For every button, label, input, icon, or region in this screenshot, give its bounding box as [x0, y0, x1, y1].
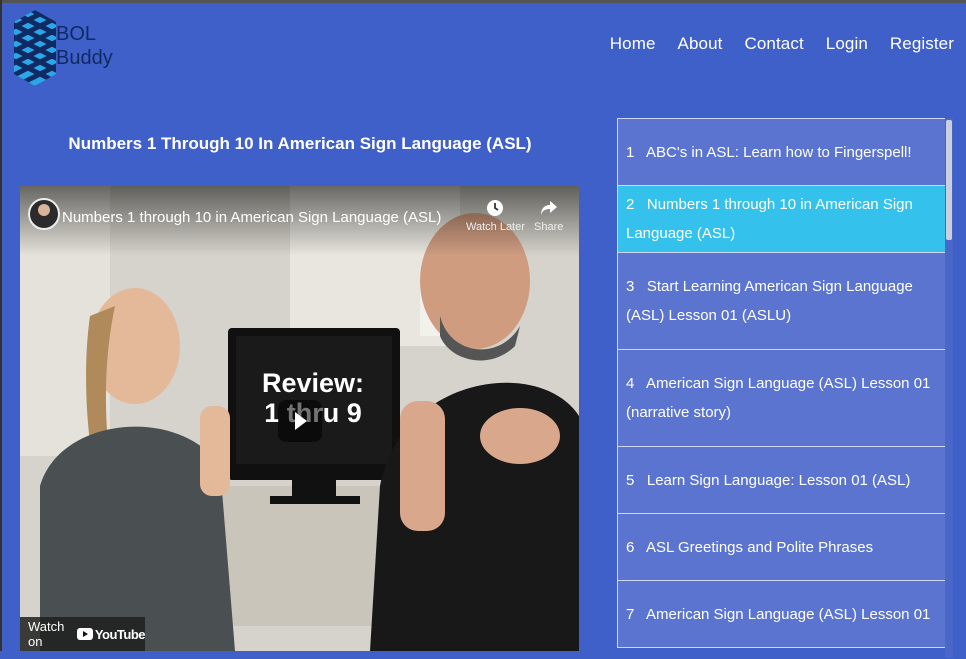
playlist-item-number: 2 [626, 196, 635, 213]
playlist-item-text: 1 ABC's in ASL: Learn how to Fingerspell… [626, 138, 912, 167]
brand-logo[interactable]: BOL Buddy [14, 10, 114, 86]
brand-name: BOL Buddy [56, 22, 113, 70]
channel-avatar[interactable] [28, 198, 60, 230]
playlist-item-number: 3 [626, 278, 635, 295]
logo-mark-icon [14, 10, 56, 86]
monitor-text-line-1: Review: [261, 368, 365, 398]
playlist-item-title: Start Learning American Sign Language (A… [626, 278, 913, 324]
playlist-item-number: 5 [626, 471, 635, 489]
playlist-item-title: American Sign Language (ASL) Lesson 01 [646, 605, 931, 623]
watch-later-button[interactable]: Watch Later [466, 199, 525, 233]
share-label: Share [534, 221, 564, 233]
playlist-item-text: 5 Learn Sign Language: Lesson 01 (ASL) [626, 466, 910, 495]
playlist-item-number: 7 [626, 605, 635, 623]
playlist-item-4[interactable]: 4 American Sign Language (ASL) Lesson 01… [617, 350, 950, 447]
clock-icon [487, 200, 504, 216]
youtube-play-icon [76, 628, 93, 640]
playlist-item-title: ABC's in ASL: Learn how to Fingerspell! [646, 143, 912, 161]
playlist-item-text: 3 Start Learning American Sign Language … [626, 272, 942, 330]
playlist-item-text: 4 American Sign Language (ASL) Lesson 01… [626, 369, 942, 427]
playlist-item-title: American Sign Language (ASL) Lesson 01 (… [626, 375, 931, 421]
nav-about[interactable]: About [678, 34, 723, 54]
video-player[interactable]: Review: 1 thru 9 Numbers 1 through 10 in… [20, 186, 579, 651]
playlist-item-number: 1 [626, 143, 635, 161]
nav-login[interactable]: Login [826, 34, 868, 54]
playlist-item-title: Numbers 1 through 10 in American Sign La… [626, 196, 913, 242]
playlist-item-7[interactable]: 7 American Sign Language (ASL) Lesson 01 [617, 581, 950, 648]
playlist-item-number: 4 [626, 375, 635, 392]
brand-line-1: BOL [56, 23, 97, 45]
share-button[interactable]: Share [534, 199, 563, 233]
nav-register[interactable]: Register [890, 34, 954, 54]
playlist-item-title: ASL Greetings and Polite Phrases [646, 538, 874, 556]
playlist-item-1[interactable]: 1 ABC's in ASL: Learn how to Fingerspell… [617, 119, 950, 186]
watch-on-label: Watch on [28, 619, 65, 649]
playlist-item-5[interactable]: 5 Learn Sign Language: Lesson 01 (ASL) [617, 447, 950, 514]
playlist-item-3[interactable]: 3 Start Learning American Sign Language … [617, 253, 950, 350]
playlist-item-text: 7 American Sign Language (ASL) Lesson 01 [626, 600, 930, 629]
youtube-logo: YouTube [76, 626, 146, 642]
playlist-item-number: 6 [626, 538, 635, 556]
nav-contact[interactable]: Contact [744, 34, 803, 54]
watch-on-youtube-button[interactable]: Watch on YouTube [20, 617, 146, 651]
playlist: 1 ABC's in ASL: Learn how to Fingerspell… [617, 118, 950, 659]
scrollbar-thumb[interactable] [946, 120, 952, 240]
share-icon [540, 201, 557, 215]
playlist-item-text: 2 Numbers 1 through 10 in American Sign … [626, 190, 942, 248]
playlist-scrollbar[interactable] [945, 118, 953, 658]
play-button[interactable] [278, 400, 322, 442]
top-border [0, 0, 966, 3]
left-border [0, 0, 2, 651]
playlist-item-2[interactable]: 2 Numbers 1 through 10 in American Sign … [617, 186, 950, 253]
main-nav: Home About Contact Login Register [610, 34, 954, 54]
brand-line-2: Buddy [56, 47, 113, 69]
video-heading: Numbers 1 Through 10 In American Sign La… [68, 134, 532, 153]
playlist-item-6[interactable]: 6 ASL Greetings and Polite Phrases [617, 514, 950, 581]
nav-home[interactable]: Home [610, 34, 656, 54]
youtube-wordmark: YouTube [94, 626, 146, 642]
watch-later-label: Watch Later [466, 221, 525, 233]
playlist-item-text: 6 ASL Greetings and Polite Phrases [626, 533, 873, 562]
player-video-title[interactable]: Numbers 1 through 10 in American Sign La… [62, 209, 441, 226]
playlist-item-title: Learn Sign Language: Lesson 01 (ASL) [646, 471, 911, 489]
